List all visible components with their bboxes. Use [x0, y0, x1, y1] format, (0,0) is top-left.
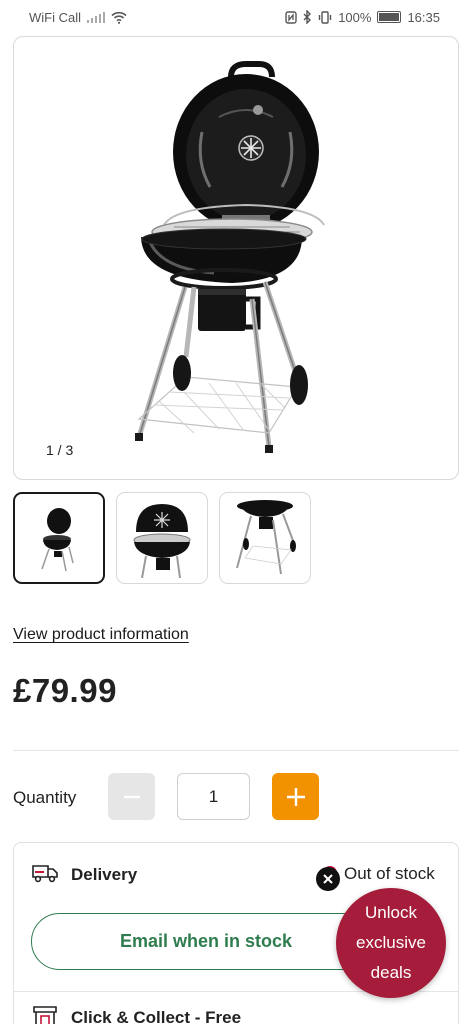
battery-icon [377, 11, 402, 23]
quantity-label: Quantity [13, 788, 77, 807]
view-product-information-link[interactable]: View product information [13, 626, 189, 644]
email-button-label: Email when in stock [119, 931, 293, 951]
delivery-van-icon [32, 865, 58, 883]
thumbnail-2[interactable] [116, 492, 208, 584]
thumbnail-strip [13, 492, 311, 584]
close-deals-button[interactable] [316, 867, 340, 891]
carrier-label: WiFi Call [29, 9, 81, 25]
nfc-icon [285, 10, 297, 24]
vibrate-icon [319, 10, 332, 24]
battery-percent: 100% [338, 9, 372, 25]
main-product-image[interactable]: 1 / 3 [13, 36, 459, 480]
quantity-input[interactable]: 1 [177, 773, 250, 820]
quantity-increase-button[interactable] [272, 773, 319, 820]
status-left: WiFi Call [29, 10, 127, 25]
deals-line-1: Unlock [365, 903, 417, 922]
image-counter: 1 / 3 [46, 442, 74, 458]
plus-icon [286, 787, 305, 806]
unlock-deals-bubble[interactable]: Unlock exclusive deals [336, 888, 446, 998]
status-bar: WiFi Call 100% 16:35 [0, 0, 472, 34]
deals-line-3: deals [370, 963, 412, 982]
click-and-collect-title: Click & Collect - Free [71, 1008, 242, 1024]
store-icon [33, 1006, 57, 1024]
delivery-title: Delivery [71, 865, 138, 884]
thumbnail-2-image [133, 504, 191, 578]
status-right: 100% 16:35 [285, 10, 440, 25]
email-when-in-stock-button[interactable]: Email when in stock [31, 913, 371, 970]
stock-status: Out of stock [344, 864, 435, 883]
thumbnail-1-image [41, 508, 74, 572]
close-icon [323, 874, 333, 884]
product-price: £79.99 [13, 672, 117, 709]
minus-icon [123, 795, 140, 798]
bbq-grill-image [135, 61, 325, 453]
signal-icon [87, 11, 105, 23]
quantity-decrease-button[interactable] [108, 773, 155, 820]
thumbnail-3[interactable] [219, 492, 311, 584]
divider [13, 750, 459, 751]
bluetooth-icon [303, 10, 312, 24]
clock: 16:35 [407, 9, 440, 25]
wifi-icon [111, 11, 127, 24]
thumbnail-1[interactable] [13, 492, 105, 584]
thumbnail-3-image [236, 500, 296, 575]
deals-line-2: exclusive [356, 933, 426, 952]
